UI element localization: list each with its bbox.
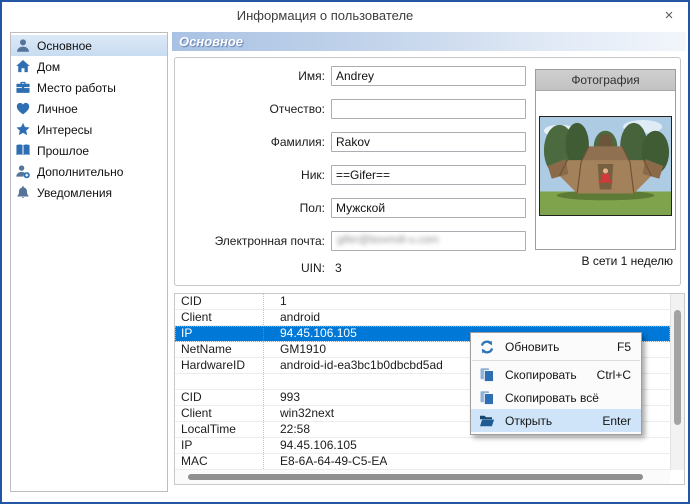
table-row-key: CID <box>175 294 264 309</box>
table-row-value: 993 <box>280 390 301 404</box>
vertical-scrollbar[interactable] <box>670 294 684 470</box>
table-row-key: Client <box>175 310 264 325</box>
horizontal-scrollbar[interactable] <box>175 470 670 484</box>
middle-name-label: Отчество: <box>269 102 326 116</box>
table-row-key: NetName <box>175 342 264 357</box>
sidebar-item-label: Интересы <box>37 122 93 137</box>
horizontal-scrollbar-thumb[interactable] <box>188 474 643 480</box>
sidebar-item-mesto-raboty[interactable]: Место работы <box>11 77 167 98</box>
briefcase-icon <box>16 81 30 93</box>
copy-icon <box>480 390 494 405</box>
table-row-key: IP <box>175 326 264 341</box>
uin-value: 3 <box>335 261 342 275</box>
menu-item-copy-all[interactable]: Скопировать всё <box>471 386 641 409</box>
open-folder-icon <box>480 415 495 426</box>
copy-icon <box>480 367 494 382</box>
table-row[interactable]: CID 1 <box>175 294 670 310</box>
table-row-value: GM1910 <box>280 342 327 356</box>
table-row-key: Client <box>175 406 264 421</box>
section-header: Основное <box>172 32 686 51</box>
online-status: В сети 1 неделю <box>581 254 673 268</box>
menu-item-shortcut: F5 <box>616 339 631 354</box>
menu-item-open[interactable]: Открыть Enter <box>471 409 641 432</box>
user-photo <box>539 116 672 216</box>
person-plus-icon <box>16 165 30 179</box>
table-row[interactable]: IP 94.45.106.105 <box>175 438 670 454</box>
sidebar-item-dom[interactable]: Дом <box>11 56 167 77</box>
menu-item-shortcut: Ctrl+C <box>596 367 631 382</box>
heart-icon <box>16 102 30 115</box>
user-info-dialog: Информация о пользователе × Основное Дом… <box>0 0 690 504</box>
close-icon[interactable]: × <box>660 7 678 25</box>
menu-item-label: Скопировать всё <box>505 390 599 405</box>
table-row[interactable]: Client android <box>175 310 670 326</box>
person-icon <box>17 39 29 52</box>
table-row-value: 1 <box>280 294 287 308</box>
middle-name-field[interactable] <box>331 99 526 119</box>
table-row-key: HardwareID <box>175 358 264 373</box>
table-row-value: 94.45.106.105 <box>280 438 357 452</box>
book-icon <box>16 144 30 156</box>
table-row-key: MAC <box>175 454 264 469</box>
sidebar-item-proshloe[interactable]: Прошлое <box>11 140 167 161</box>
table-row-value: 94.45.106.105 <box>280 326 357 340</box>
table-row-key: LocalTime <box>175 422 264 437</box>
table-row[interactable]: MAC E8-6A-64-49-C5-EA <box>175 454 670 470</box>
sidebar-item-uvedomleniya[interactable]: Уведомления <box>11 182 167 203</box>
table-row-value: android-id-ea3bc1b0dbcbd5ad <box>280 358 443 372</box>
uin-label: UIN: <box>301 261 325 275</box>
menu-item-label: Скопировать <box>505 367 577 382</box>
table-row-value: 22:58 <box>280 422 311 436</box>
name-field[interactable] <box>331 66 526 86</box>
category-sidebar: Основное Дом Место работы Личное Интерес… <box>10 32 168 492</box>
table-row-value: win32next <box>280 406 335 420</box>
menu-item-shortcut: Enter <box>602 413 631 428</box>
sidebar-item-label: Дом <box>37 59 61 74</box>
table-row-value: android <box>280 310 321 324</box>
star-icon <box>16 122 30 136</box>
sidebar-item-label: Место работы <box>37 80 116 95</box>
menu-item-copy[interactable]: Скопировать Ctrl+C <box>471 363 641 386</box>
menu-item-refresh[interactable]: Обновить F5 <box>471 335 641 358</box>
table-row-key <box>175 374 264 389</box>
name-label: Имя: <box>298 69 325 83</box>
menu-item-label: Обновить <box>505 339 560 354</box>
nick-field[interactable] <box>331 165 526 185</box>
nick-label: Ник: <box>301 168 325 182</box>
vertical-scrollbar-thumb[interactable] <box>674 310 681 425</box>
photo-header: Фотография <box>536 70 675 91</box>
menu-separator <box>472 360 640 361</box>
sidebar-item-label: Личное <box>37 101 78 116</box>
email-label: Электронная почта: <box>214 234 325 248</box>
gender-label: Пол: <box>299 201 325 215</box>
table-row-value <box>264 374 280 389</box>
title-bar: Информация о пользователе × <box>2 2 688 30</box>
basic-info-groupbox: Имя: Отчество: Фамилия: Ник: Пол: Электр… <box>174 57 681 286</box>
sidebar-item-label: Основное <box>37 38 92 53</box>
table-row-value: E8-6A-64-49-C5-EA <box>280 454 388 468</box>
sidebar-item-dopolnitelno[interactable]: Дополнительно <box>11 161 167 182</box>
sidebar-item-label: Дополнительно <box>37 164 124 179</box>
dialog-title: Информация о пользователе <box>236 8 414 23</box>
home-icon <box>16 59 30 73</box>
sidebar-item-label: Уведомления <box>37 185 113 200</box>
sidebar-item-lichnoe[interactable]: Личное <box>11 98 167 119</box>
bell-icon <box>17 186 29 199</box>
surname-field[interactable] <box>331 132 526 152</box>
surname-label: Фамилия: <box>270 135 325 149</box>
sidebar-item-interesy[interactable]: Интересы <box>11 119 167 140</box>
table-row-key: CID <box>175 390 264 405</box>
gender-field[interactable] <box>331 198 526 218</box>
sidebar-item-osnovnoe[interactable]: Основное <box>11 35 167 56</box>
sidebar-item-label: Прошлое <box>37 143 90 158</box>
menu-item-label: Открыть <box>505 413 553 428</box>
email-field[interactable] <box>331 231 526 251</box>
table-row-key: IP <box>175 438 264 453</box>
context-menu: Обновить F5 Скопировать Ctrl+C Скопирова… <box>470 332 642 435</box>
photo-panel: Фотография <box>535 69 676 250</box>
refresh-icon <box>480 340 494 353</box>
